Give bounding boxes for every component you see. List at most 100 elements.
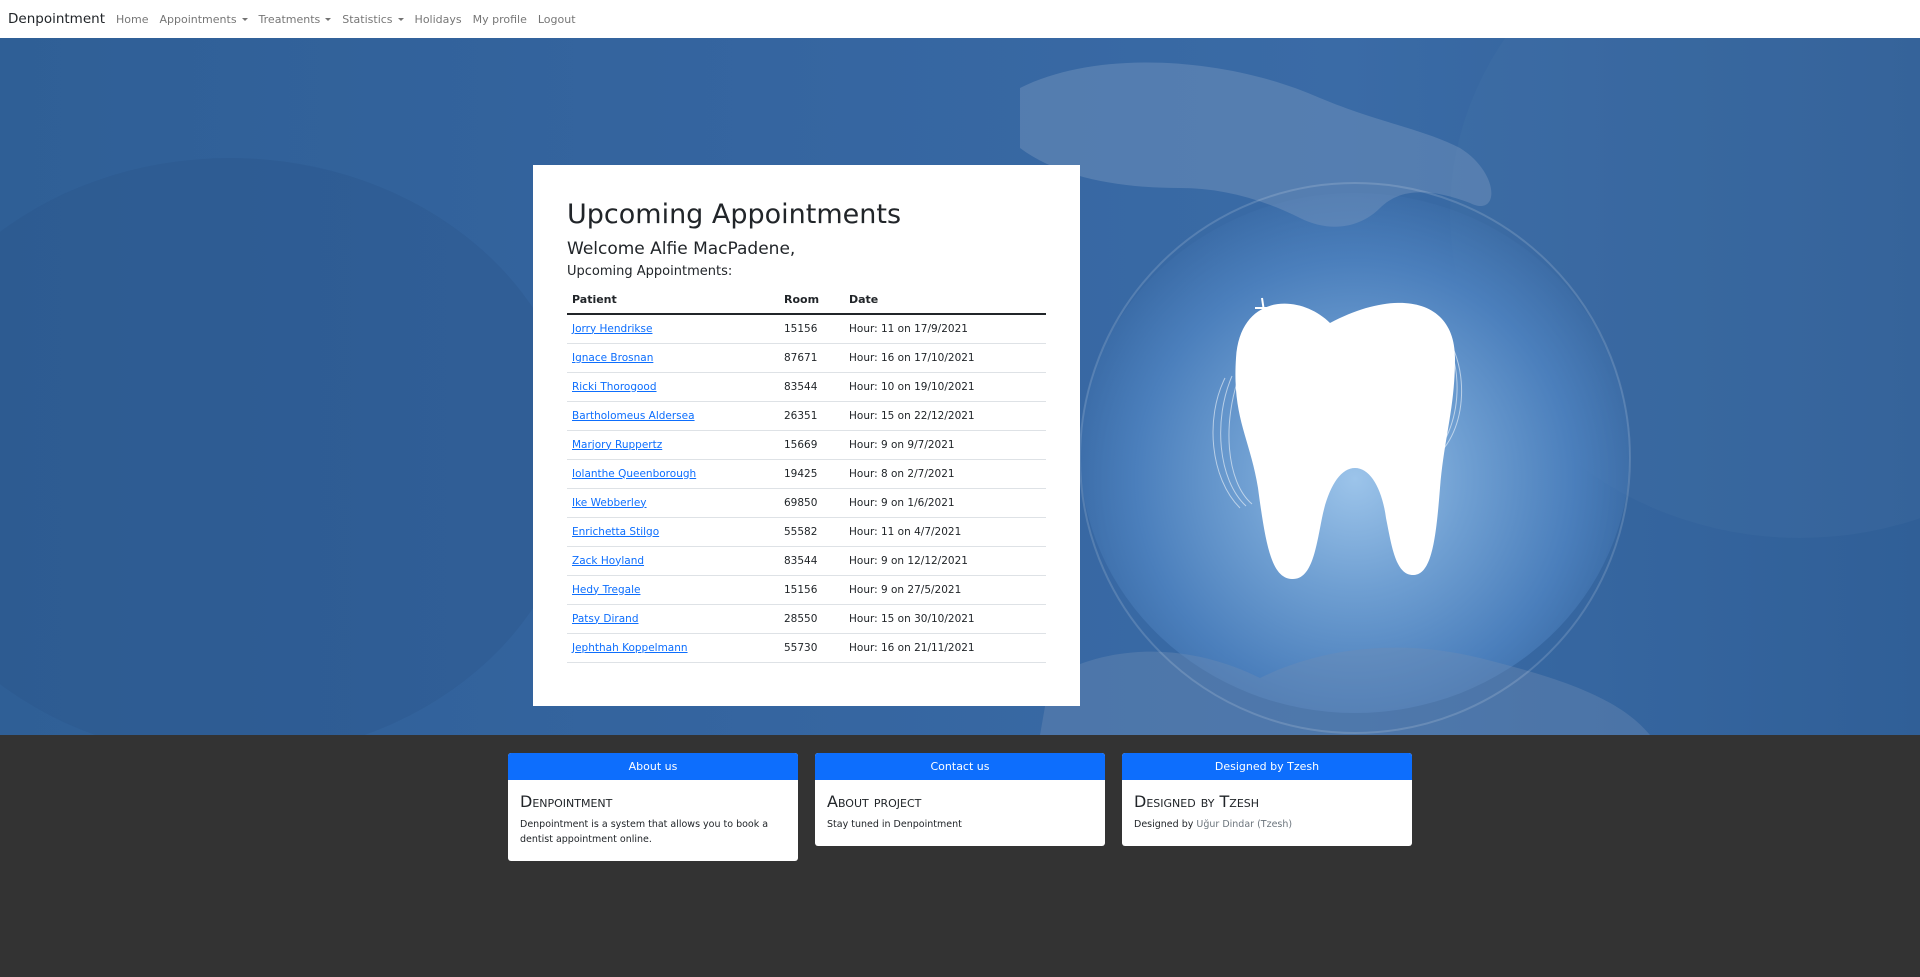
patient-cell: Enrichetta Stilgo: [567, 517, 779, 547]
room-cell: 55730: [779, 633, 844, 663]
contact-us-header: Contact us: [815, 753, 1105, 780]
lower-hands: [1040, 647, 1650, 735]
patient-link[interactable]: Iolanthe Queenborough: [572, 468, 696, 480]
nav-appointments-label: Appointments: [159, 12, 237, 26]
patient-link[interactable]: Enrichetta Stilgo: [572, 526, 659, 538]
designed-by-header: Designed by Tzesh: [1122, 753, 1412, 780]
welcome-message: Welcome Alfie MacPadene,: [567, 239, 796, 259]
about-us-title: Denpointment: [520, 792, 613, 811]
nav-appointments-dropdown[interactable]: Appointments: [159, 12, 248, 26]
table-row: Bartholomeus Aldersea 26351 Hour: 15 on 22…: [567, 401, 1046, 431]
designed-by-text: Designed by Uğur Dindar (Tzesh): [1134, 817, 1400, 832]
date-cell: Hour: 8 on 2/7/2021: [844, 459, 1046, 489]
caret-down-icon: [397, 17, 404, 21]
patient-cell: Marjory Ruppertz: [567, 430, 779, 460]
designed-by-title: Designed by Tzesh: [1134, 792, 1260, 811]
date-cell: Hour: 9 on 27/5/2021: [844, 575, 1046, 605]
hero-background: Upcoming Appointments Welcome Alfie MacP…: [0, 38, 1920, 735]
patient-link[interactable]: Jephthah Koppelmann: [572, 642, 688, 654]
contact-us-title: About project: [827, 792, 922, 811]
room-cell: 28550: [779, 604, 844, 634]
room-cell: 19425: [779, 459, 844, 489]
designed-by-body: Designed by Tzesh Designed by Uğur Dinda…: [1122, 780, 1412, 846]
room-cell: 87671: [779, 343, 844, 373]
room-cell: 26351: [779, 401, 844, 431]
date-cell: Hour: 9 on 1/6/2021: [844, 488, 1046, 518]
caret-down-icon: [325, 17, 332, 21]
contact-us-body: About project Stay tuned in Denpointment: [815, 780, 1105, 846]
patient-cell: Ignace Brosnan: [567, 343, 779, 373]
table-row: Zack Hoyland 83544 Hour: 9 on 12/12/2021: [567, 546, 1046, 576]
room-cell: 83544: [779, 546, 844, 576]
author-name: Uğur Dindar (Tzesh): [1196, 819, 1293, 830]
about-us-body: Denpointment Denpointment is a system th…: [508, 780, 798, 861]
nav-statistics-dropdown[interactable]: Statistics: [342, 12, 404, 26]
patient-link[interactable]: Jorry Hendrikse: [572, 323, 652, 335]
nav-my-profile-label: My profile: [472, 12, 527, 26]
appointments-card: Upcoming Appointments Welcome Alfie MacP…: [533, 165, 1080, 706]
nav-statistics-label: Statistics: [342, 12, 393, 26]
patient-link[interactable]: Marjory Ruppertz: [572, 439, 662, 451]
room-cell: 55582: [779, 517, 844, 547]
nav-home[interactable]: Home: [116, 13, 148, 26]
patient-cell: Ricki Thorogood: [567, 372, 779, 402]
column-header-room: Room: [779, 285, 844, 315]
table-row: Ricki Thorogood 83544 Hour: 10 on 19/10/20…: [567, 372, 1046, 402]
date-cell: Hour: 9 on 12/12/2021: [844, 546, 1046, 576]
nav-home-label: Home: [116, 12, 149, 26]
table-row: Ike Webberley 69850 Hour: 9 on 1/6/2021: [567, 488, 1046, 518]
date-cell: Hour: 16 on 17/10/2021: [844, 343, 1046, 373]
table-row: Enrichetta Stilgo 55582 Hour: 11 on 4/7/20…: [567, 517, 1046, 547]
nav-logout-label: Logout: [537, 12, 576, 26]
date-cell: Hour: 15 on 22/12/2021: [844, 401, 1046, 431]
table-row: Jorry Hendrikse 15156 Hour: 11 on 17/9/202…: [567, 314, 1046, 344]
room-cell: 15156: [779, 314, 844, 344]
patient-cell: Hedy Tregale: [567, 575, 779, 605]
page-title: Upcoming Appointments: [567, 199, 902, 230]
about-us-header: About us: [508, 753, 798, 780]
date-cell: Hour: 11 on 4/7/2021: [844, 517, 1046, 547]
about-us-text: Denpointment is a system that allows you…: [520, 819, 769, 845]
patient-link[interactable]: Bartholomeus Aldersea: [572, 410, 695, 422]
date-cell: Hour: 10 on 19/10/2021: [844, 372, 1046, 402]
caret-down-icon: [241, 17, 248, 21]
contact-us-card: Contact us About project Stay tuned in D…: [815, 753, 1105, 846]
nav-treatments-label: Treatments: [258, 12, 321, 26]
patient-link[interactable]: Ignace Brosnan: [572, 352, 653, 364]
date-cell: Hour: 11 on 17/9/2021: [844, 314, 1046, 344]
nav-holidays[interactable]: Holidays: [415, 13, 462, 26]
appointments-subheading: Upcoming Appointments:: [567, 264, 733, 279]
patient-cell: Ike Webberley: [567, 488, 779, 518]
column-header-date: Date: [844, 285, 1046, 315]
patient-cell: Jephthah Koppelmann: [567, 633, 779, 663]
patient-link[interactable]: Ike Webberley: [572, 497, 647, 509]
navbar-brand[interactable]: Denpointment: [8, 11, 105, 27]
about-us-card: About us Denpointment Denpointment is a …: [508, 753, 798, 861]
table-row: Hedy Tregale 15156 Hour: 9 on 27/5/2021: [567, 575, 1046, 605]
table-row: Marjory Ruppertz 15669 Hour: 9 on 9/7/2021: [567, 430, 1046, 460]
table-header-row: Patient Room Date: [567, 285, 1046, 315]
nav-my-profile[interactable]: My profile: [473, 13, 527, 26]
room-cell: 15669: [779, 430, 844, 460]
date-cell: Hour: 16 on 21/11/2021: [844, 633, 1046, 663]
date-cell: Hour: 15 on 30/10/2021: [844, 604, 1046, 634]
contact-us-text: Stay tuned in Denpointment: [827, 819, 962, 830]
patient-link[interactable]: Hedy Tregale: [572, 584, 640, 596]
patient-cell: Jorry Hendrikse: [567, 314, 779, 344]
nav-logout[interactable]: Logout: [538, 13, 576, 26]
patient-link[interactable]: Zack Hoyland: [572, 555, 644, 567]
patient-cell: Bartholomeus Aldersea: [567, 401, 779, 431]
designed-by-card: Designed by Tzesh Designed by Tzesh Desi…: [1122, 753, 1412, 846]
footer: About us Denpointment Denpointment is a …: [0, 735, 1920, 977]
column-header-patient: Patient: [567, 285, 779, 315]
room-cell: 83544: [779, 372, 844, 402]
patient-link[interactable]: Ricki Thorogood: [572, 381, 657, 393]
table-row: Ignace Brosnan 87671 Hour: 16 on 17/10/202…: [567, 343, 1046, 373]
room-cell: 15156: [779, 575, 844, 605]
patient-cell: Iolanthe Queenborough: [567, 459, 779, 489]
top-navbar: Denpointment Home Appointments Treatment…: [0, 0, 1920, 38]
patient-link[interactable]: Patsy Dirand: [572, 613, 639, 625]
nav-holidays-label: Holidays: [414, 12, 462, 26]
table-row: Iolanthe Queenborough 19425 Hour: 8 on 2/7…: [567, 459, 1046, 489]
nav-treatments-dropdown[interactable]: Treatments: [259, 13, 332, 26]
